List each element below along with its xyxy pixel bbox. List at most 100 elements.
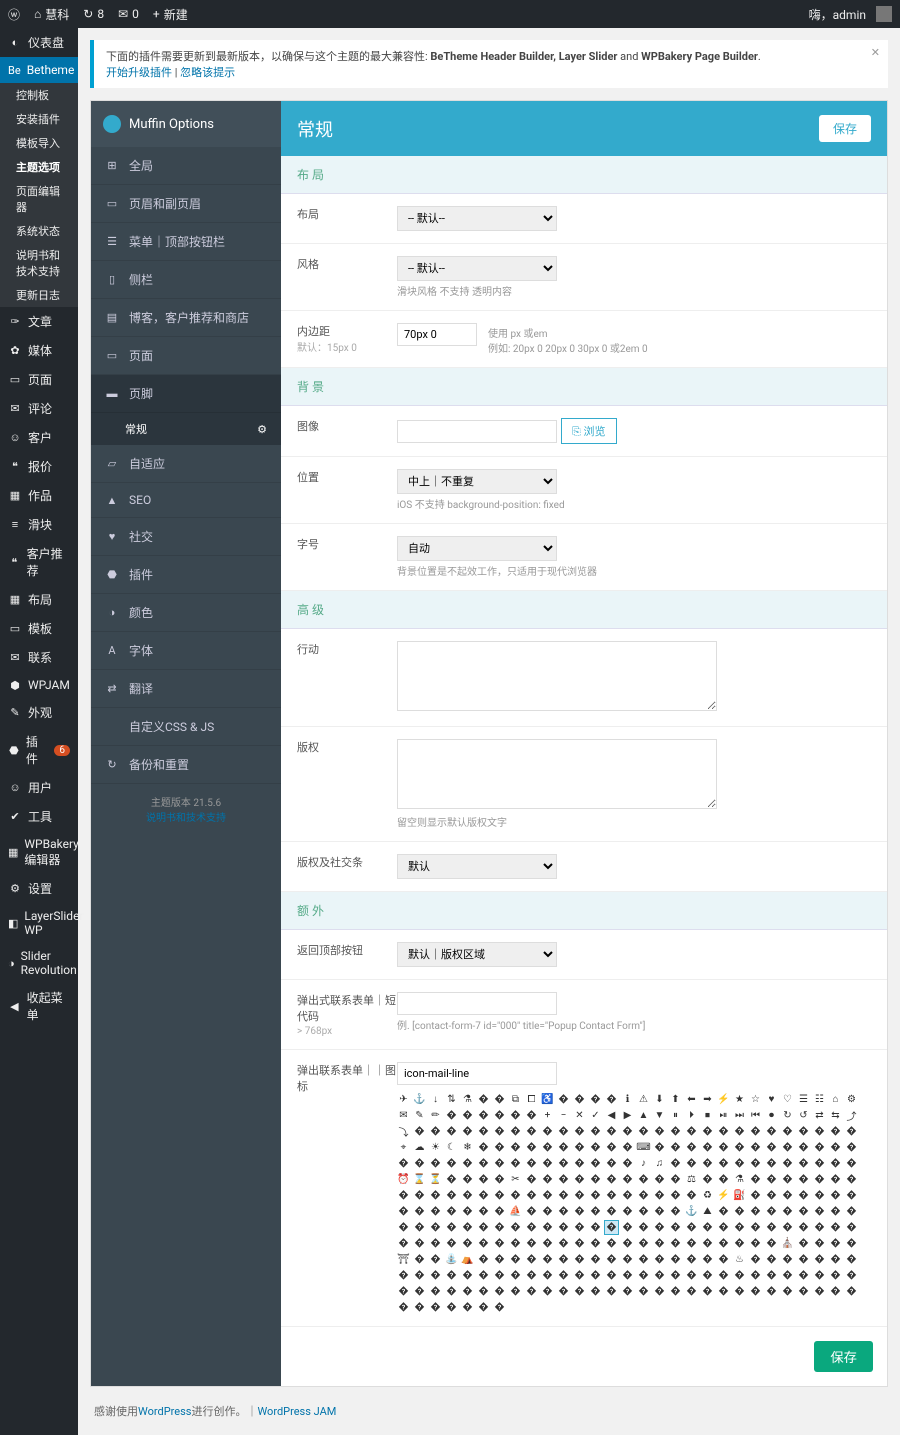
icon-option[interactable]: � xyxy=(557,1285,570,1298)
icon-option[interactable]: ⏵ xyxy=(685,1109,698,1122)
icon-option[interactable]: � xyxy=(445,1109,458,1122)
icon-option[interactable]: � xyxy=(653,1173,666,1186)
icon-option[interactable]: � xyxy=(445,1205,458,1218)
close-icon[interactable]: ✕ xyxy=(871,46,880,59)
icon-option[interactable]: � xyxy=(605,1141,618,1154)
icon-option[interactable]: � xyxy=(525,1109,538,1122)
mfn-menu-item[interactable]: ▯侧栏 xyxy=(91,261,281,299)
icon-option[interactable]: � xyxy=(493,1205,506,1218)
icon-option[interactable]: � xyxy=(637,1221,650,1234)
icon-option[interactable]: � xyxy=(557,1093,570,1106)
icon-option[interactable]: � xyxy=(573,1093,586,1106)
icon-option[interactable]: � xyxy=(509,1141,522,1154)
icon-option[interactable]: � xyxy=(429,1205,442,1218)
icon-option[interactable]: ✓ xyxy=(589,1109,602,1122)
icon-option[interactable]: � xyxy=(445,1173,458,1186)
icon-option[interactable]: � xyxy=(621,1189,634,1202)
user-greeting[interactable]: 嗨，admin xyxy=(809,6,866,23)
icon-option[interactable]: � xyxy=(493,1141,506,1154)
icon-option[interactable]: � xyxy=(669,1125,682,1138)
icon-option[interactable]: � xyxy=(653,1125,666,1138)
icon-option[interactable]: � xyxy=(781,1125,794,1138)
icon-option[interactable]: � xyxy=(477,1285,490,1298)
mfn-submenu-item[interactable]: 常规⚙ xyxy=(91,413,281,445)
icon-option[interactable]: � xyxy=(701,1285,714,1298)
icon-option[interactable]: � xyxy=(733,1285,746,1298)
icon-option[interactable]: ⛺ xyxy=(461,1253,474,1266)
textarea-actions[interactable] xyxy=(397,641,717,711)
icon-option[interactable]: � xyxy=(781,1253,794,1266)
icon-option[interactable]: � xyxy=(845,1157,858,1170)
icon-option[interactable]: ↻ xyxy=(781,1109,794,1122)
icon-option[interactable]: � xyxy=(429,1237,442,1250)
icon-option[interactable]: � xyxy=(669,1141,682,1154)
icon-option[interactable]: � xyxy=(829,1189,842,1202)
icon-option[interactable]: � xyxy=(653,1269,666,1282)
icon-option[interactable]: ℹ xyxy=(621,1093,634,1106)
icon-option[interactable]: � xyxy=(541,1237,554,1250)
input-image[interactable] xyxy=(397,420,557,443)
icon-option[interactable]: � xyxy=(621,1285,634,1298)
icon-option[interactable]: � xyxy=(765,1125,778,1138)
mfn-menu-item[interactable]: A字体 xyxy=(91,632,281,670)
icon-option[interactable]: � xyxy=(509,1269,522,1282)
icon-option[interactable]: � xyxy=(749,1157,762,1170)
icon-option[interactable]: � xyxy=(493,1237,506,1250)
icon-option[interactable]: � xyxy=(781,1173,794,1186)
icon-option[interactable]: ✎ xyxy=(413,1109,426,1122)
icon-option[interactable]: + xyxy=(541,1109,554,1122)
icon-option[interactable]: � xyxy=(589,1205,602,1218)
icon-option[interactable]: � xyxy=(653,1237,666,1250)
icon-option[interactable]: � xyxy=(413,1125,426,1138)
icon-option[interactable]: � xyxy=(429,1301,442,1314)
icon-option[interactable]: ⏺ xyxy=(765,1109,778,1122)
icon-option[interactable]: � xyxy=(717,1237,730,1250)
icon-option[interactable]: � xyxy=(829,1237,842,1250)
icon-option[interactable]: ⚓ xyxy=(685,1205,698,1218)
icon-option[interactable]: ⚓ xyxy=(413,1093,426,1106)
icon-option[interactable]: � xyxy=(605,1173,618,1186)
avatar[interactable] xyxy=(876,6,892,22)
icon-option[interactable]: � xyxy=(733,1221,746,1234)
icon-option[interactable]: � xyxy=(493,1253,506,1266)
mfn-menu-item[interactable]: ▱自适应 xyxy=(91,445,281,483)
icon-option[interactable]: ☀ xyxy=(429,1141,442,1154)
icon-option[interactable]: � xyxy=(589,1221,602,1234)
icon-option[interactable]: ☁ xyxy=(413,1141,426,1154)
icon-option[interactable]: � xyxy=(493,1173,506,1186)
icon-option[interactable]: � xyxy=(589,1269,602,1282)
icon-option[interactable]: ⬅ xyxy=(685,1093,698,1106)
icon-option[interactable]: � xyxy=(541,1173,554,1186)
icon-option[interactable]: ⛩ xyxy=(397,1253,410,1266)
icon-option[interactable]: � xyxy=(829,1269,842,1282)
icon-option[interactable]: � xyxy=(557,1125,570,1138)
icon-option[interactable]: � xyxy=(445,1157,458,1170)
icon-option[interactable]: ⌨ xyxy=(637,1141,650,1154)
icon-option[interactable]: � xyxy=(605,1189,618,1202)
icon-option[interactable]: � xyxy=(413,1189,426,1202)
icon-option[interactable]: ⛰ xyxy=(701,1205,714,1218)
icon-option[interactable]: � xyxy=(413,1301,426,1314)
select-style[interactable]: -- 默认-- xyxy=(397,256,557,281)
icon-option[interactable]: � xyxy=(717,1141,730,1154)
icon-option[interactable]: � xyxy=(605,1205,618,1218)
icon-option[interactable]: ⏹ xyxy=(701,1109,714,1122)
icon-option[interactable]: � xyxy=(621,1269,634,1282)
icon-option[interactable]: � xyxy=(541,1189,554,1202)
wp-menu-item[interactable]: ✉评论 xyxy=(0,394,78,423)
icon-option[interactable]: � xyxy=(541,1141,554,1154)
icon-option[interactable]: � xyxy=(749,1141,762,1154)
icon-option[interactable]: � xyxy=(621,1141,634,1154)
icon-option[interactable]: � xyxy=(781,1141,794,1154)
icon-option[interactable]: � xyxy=(445,1301,458,1314)
icon-option[interactable]: � xyxy=(461,1109,474,1122)
icon-option[interactable]: ⚖ xyxy=(685,1173,698,1186)
icon-option[interactable]: − xyxy=(557,1109,570,1122)
icon-option[interactable]: � xyxy=(637,1189,650,1202)
icon-option[interactable]: � xyxy=(653,1285,666,1298)
mfn-menu-item[interactable]: ◑颜色 xyxy=(91,594,281,632)
wp-submenu-item[interactable]: 模板导入 xyxy=(0,131,78,155)
wp-menu-item[interactable]: ✔工具 xyxy=(0,802,78,831)
icon-option[interactable]: � xyxy=(701,1221,714,1234)
icon-option[interactable]: � xyxy=(493,1285,506,1298)
